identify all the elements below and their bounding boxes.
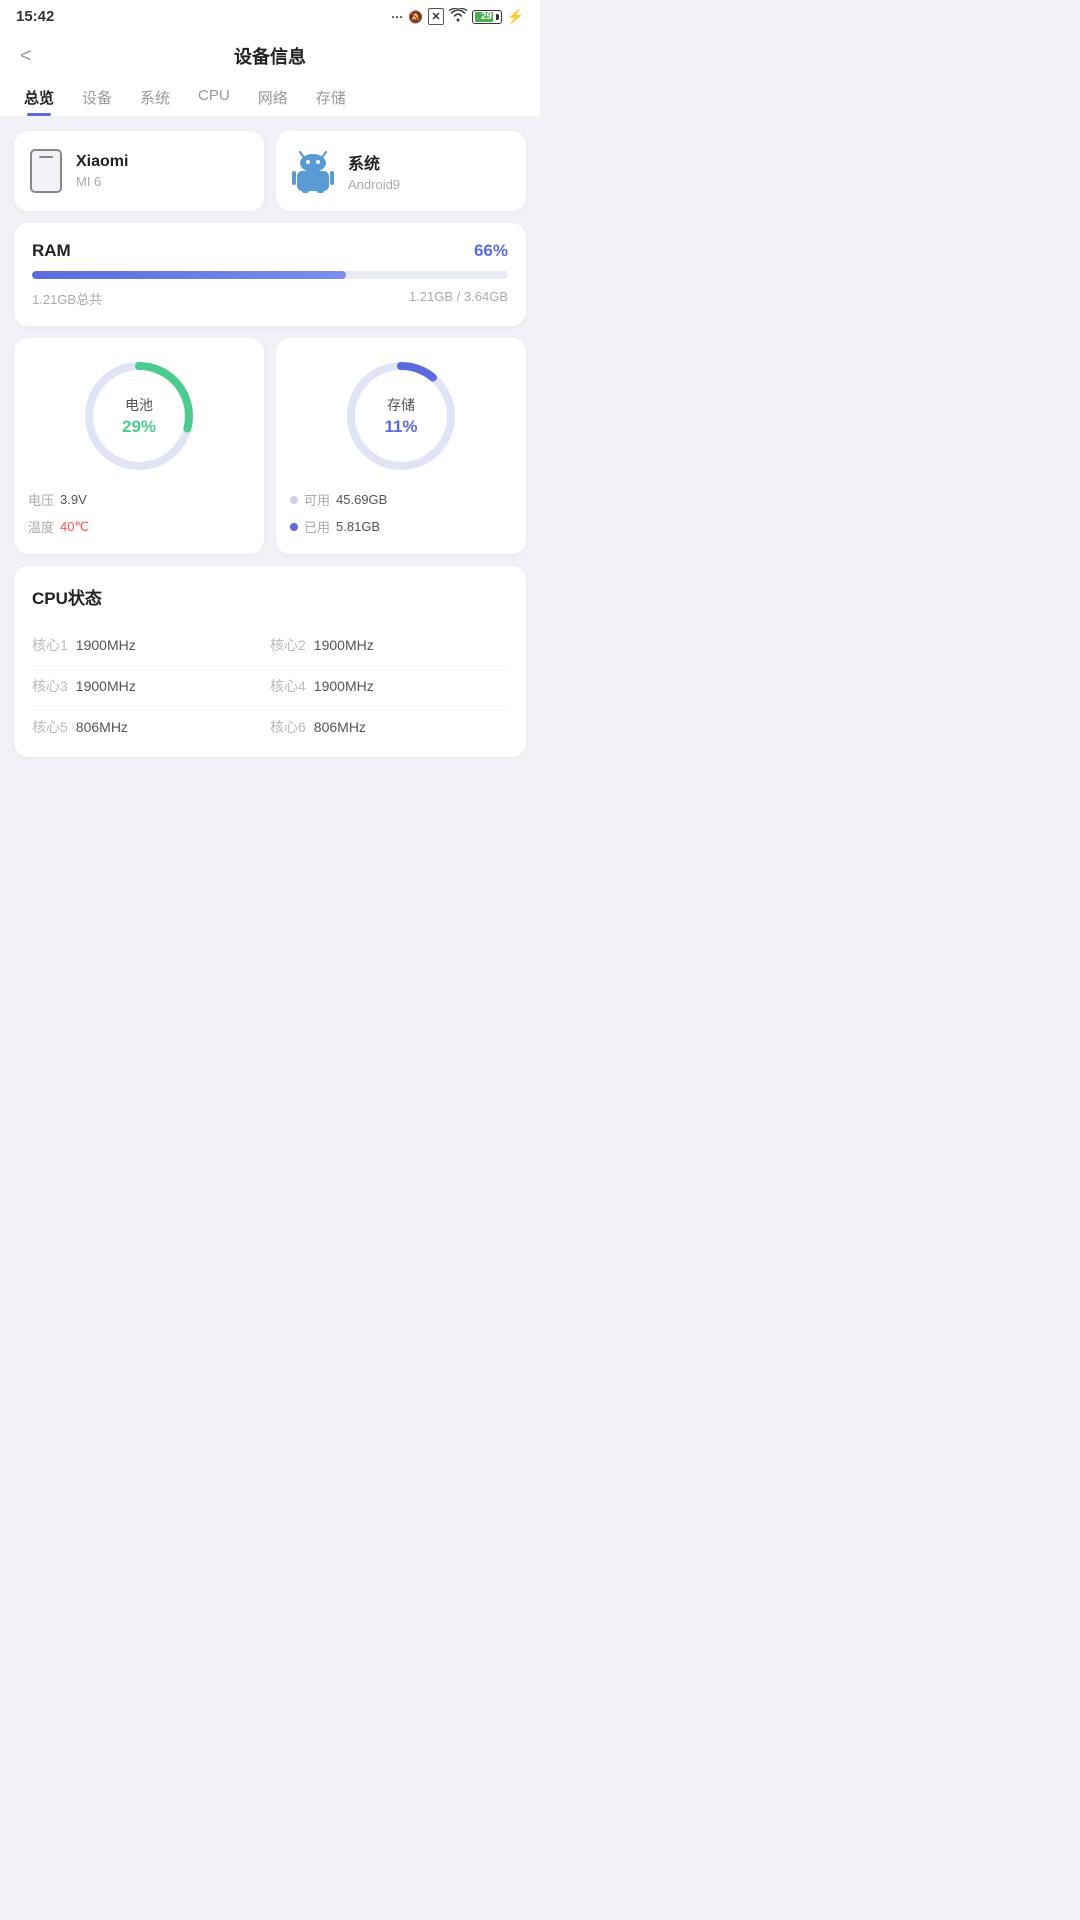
used-label: 已用: [304, 517, 330, 536]
ram-progress-bar: [32, 271, 508, 279]
core6-label: 核心6: [270, 717, 306, 737]
core4-value: 1900MHz: [314, 678, 374, 694]
device-name: Xiaomi: [76, 153, 128, 171]
storage-circle: 存储 11%: [341, 356, 461, 476]
phone-icon: [30, 149, 62, 193]
ram-total: 1.21GB总共: [32, 289, 102, 308]
device-card: Xiaomi MI 6: [14, 131, 264, 211]
core1-value: 1900MHz: [76, 637, 136, 653]
core5-label: 核心5: [32, 717, 68, 737]
storage-card: 存储 11% 可用 45.69GB 已用 5.81GB: [276, 338, 526, 554]
voltage-row: 电压 3.9V: [28, 490, 250, 509]
tab-cpu[interactable]: CPU: [184, 77, 244, 116]
battery-title: 电池: [122, 395, 156, 415]
back-button[interactable]: <: [20, 45, 32, 68]
cpu-core-4: 核心4 1900MHz: [270, 666, 508, 707]
cpu-core-5: 核心5 806MHz: [32, 707, 270, 747]
cpu-core-3: 核心3 1900MHz: [32, 666, 270, 707]
cpu-core-1: 核心1 1900MHz: [32, 625, 270, 666]
ram-details: 1.21GB总共 1.21GB / 3.64GB: [32, 289, 508, 308]
header: < 设备信息: [0, 31, 540, 77]
os-value: Android9: [348, 177, 400, 192]
device-info: Xiaomi MI 6: [76, 153, 128, 189]
core1-label: 核心1: [32, 635, 68, 655]
ram-percent: 66%: [474, 241, 508, 261]
device-model: MI 6: [76, 174, 128, 189]
device-system-row: Xiaomi MI 6: [14, 131, 526, 211]
avail-row: 可用 45.69GB: [290, 490, 512, 509]
temp-value: 40℃: [60, 519, 89, 535]
battery-circle: 电池 29%: [79, 356, 199, 476]
used-row: 已用 5.81GB: [290, 517, 512, 536]
core2-value: 1900MHz: [314, 637, 374, 653]
used-value: 5.81GB: [336, 519, 380, 534]
cpu-section: CPU状态 核心1 1900MHz 核心2 1900MHz 核心3 1900MH…: [14, 566, 526, 757]
core3-label: 核心3: [32, 676, 68, 696]
battery-percent: 29%: [122, 417, 156, 437]
voltage-label: 电压: [28, 490, 54, 509]
system-info: 系统 Android9: [348, 150, 400, 192]
storage-details: 可用 45.69GB 已用 5.81GB: [290, 490, 512, 536]
temp-row: 温度 40℃: [28, 517, 250, 536]
tab-device[interactable]: 设备: [68, 77, 126, 116]
battery-tip: [496, 14, 499, 20]
battery-label: 电池 29%: [122, 395, 156, 437]
storage-title: 存储: [384, 395, 417, 415]
avail-value: 45.69GB: [336, 492, 387, 507]
ram-label: RAM: [32, 241, 71, 261]
tab-network[interactable]: 网络: [244, 77, 302, 116]
tab-storage[interactable]: 存储: [302, 77, 360, 116]
ram-used: 1.21GB / 3.64GB: [409, 289, 508, 308]
core6-value: 806MHz: [314, 719, 366, 735]
storage-percent: 11%: [384, 417, 417, 437]
sim-icon: ✕: [428, 8, 443, 25]
wifi-icon: [449, 8, 467, 25]
alarm-icon: 🔕: [408, 10, 423, 24]
battery-text: 29: [481, 11, 492, 22]
os-label: 系统: [348, 150, 400, 174]
avail-label: 可用: [304, 490, 330, 509]
cpu-core-2: 核心2 1900MHz: [270, 625, 508, 666]
core3-value: 1900MHz: [76, 678, 136, 694]
core2-label: 核心2: [270, 635, 306, 655]
status-time: 15:42: [16, 8, 54, 25]
core4-label: 核心4: [270, 676, 306, 696]
ram-header: RAM 66%: [32, 241, 508, 261]
core5-value: 806MHz: [76, 719, 128, 735]
cpu-grid: 核心1 1900MHz 核心2 1900MHz 核心3 1900MHz 核心4 …: [32, 625, 508, 747]
cpu-core-6: 核心6 806MHz: [270, 707, 508, 747]
battery-indicator: 29: [472, 10, 502, 24]
android-icon: [292, 149, 334, 193]
page-title: 设备信息: [234, 43, 306, 69]
main-content: Xiaomi MI 6: [0, 117, 540, 777]
tab-bar: 总览 设备 系统 CPU 网络 存储: [0, 77, 540, 117]
temp-label: 温度: [28, 517, 54, 536]
used-dot: [290, 523, 298, 531]
ram-card: RAM 66% 1.21GB总共 1.21GB / 3.64GB: [14, 223, 526, 326]
status-icons: ··· 🔕 ✕ 29 ⚡: [391, 8, 524, 25]
tab-overview[interactable]: 总览: [10, 77, 68, 116]
signal-icon: ···: [391, 10, 403, 24]
system-card: 系统 Android9: [276, 131, 526, 211]
cpu-title: CPU状态: [32, 584, 508, 609]
status-bar: 15:42 ··· 🔕 ✕ 29 ⚡: [0, 0, 540, 31]
storage-label: 存储 11%: [384, 395, 417, 437]
ram-progress-fill: [32, 271, 346, 279]
battery-storage-row: 电池 29% 电压 3.9V 温度 40℃: [14, 338, 526, 554]
voltage-value: 3.9V: [60, 492, 87, 507]
battery-details: 电压 3.9V 温度 40℃: [28, 490, 250, 536]
tab-system[interactable]: 系统: [126, 77, 184, 116]
avail-dot: [290, 496, 298, 504]
battery-card: 电池 29% 电压 3.9V 温度 40℃: [14, 338, 264, 554]
charging-icon: ⚡: [507, 8, 524, 25]
